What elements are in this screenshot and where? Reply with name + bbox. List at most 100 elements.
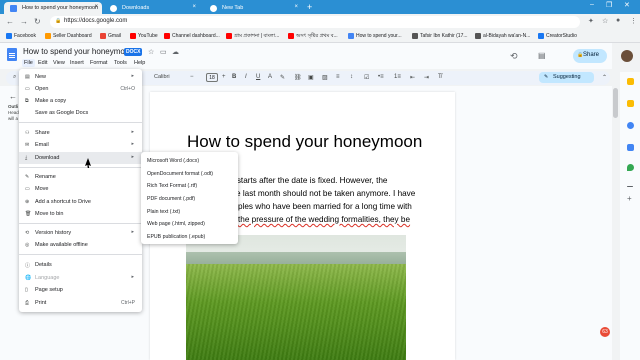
search-menus-icon[interactable]: ⌕ (13, 74, 16, 81)
tab-downloads[interactable]: Downloads × (104, 2, 200, 14)
bookmark-youtube[interactable]: YouTube (130, 33, 158, 39)
bookmark-star-icon[interactable]: ☆ (602, 17, 608, 25)
forward-icon[interactable]: → (20, 17, 28, 26)
close-icon[interactable]: × (94, 4, 98, 10)
menu-tools[interactable]: Tools (112, 59, 129, 67)
font-size-decrease-icon[interactable]: − (190, 74, 194, 80)
indent-increase-icon[interactable]: ⇥ (424, 74, 429, 81)
body-line[interactable]: e last month should not be taken anymore… (236, 189, 415, 198)
body-line[interactable]: the pressure of the wedding formalities,… (238, 215, 410, 224)
menu-item-move[interactable]: ▭ Move (19, 183, 142, 195)
menu-item-offline[interactable]: ◎ Make available offline (19, 239, 142, 251)
indent-decrease-icon[interactable]: ⇤ (410, 74, 415, 81)
menu-item-move-to-bin[interactable]: 🗑 Move to bin (19, 208, 142, 220)
more-menu-icon[interactable]: ⋮ (630, 17, 637, 25)
font-size-increase-icon[interactable]: + (222, 74, 226, 80)
menu-edit[interactable]: Edit (36, 59, 49, 67)
collapse-toolbar-icon[interactable]: ⌃ (602, 74, 607, 81)
share-button[interactable]: 🔒 Share (573, 49, 607, 63)
bullet-list-icon[interactable]: •≡ (378, 74, 384, 80)
line-spacing-icon[interactable]: ↕ (350, 74, 353, 80)
new-tab-button[interactable]: + (307, 2, 312, 12)
menu-item-download[interactable]: ⤓ Download ▸ (19, 152, 142, 164)
menu-item-save-as-google-docs[interactable]: Save as Google Docs (19, 107, 142, 119)
menu-item-page-setup[interactable]: ▯ Page setup (19, 284, 142, 296)
tab-new-tab[interactable]: New Tab × (204, 2, 302, 14)
bookmark-seller-dashboard[interactable]: Seller Dashboard (45, 33, 92, 39)
comment-add-icon[interactable]: ▣ (308, 74, 314, 81)
menu-item-new[interactable]: ▤ New ▸ (19, 71, 142, 83)
menu-item-add-shortcut[interactable]: ⊕ Add a shortcut to Drive (19, 196, 142, 208)
menu-format[interactable]: Format (88, 59, 109, 67)
highlight-icon[interactable]: ✎ (280, 74, 285, 81)
menu-item-share[interactable]: ⚇ Share ▸ (19, 127, 142, 139)
url-input[interactable]: 🔒 https://docs.google.com (50, 16, 580, 28)
download-rtf[interactable]: Rich Text Format (.rtf) (141, 180, 238, 192)
maps-icon[interactable] (627, 164, 634, 171)
move-folder-icon[interactable]: ▭ (160, 48, 167, 56)
menu-item-make-copy[interactable]: ⧉ Make a copy (19, 95, 142, 107)
bookmark-bangla-1[interactable]: গ্রাম প্রকাশনা | বাংলা... (226, 33, 279, 41)
add-addon-icon[interactable]: + (627, 194, 635, 203)
checklist-icon[interactable]: ☑ (364, 74, 369, 81)
star-icon[interactable]: ☆ (148, 48, 154, 56)
italic-icon[interactable]: I (245, 74, 247, 80)
bookmark-docs[interactable]: How to spend your... (348, 33, 402, 39)
download-docx[interactable]: Microsoft Word (.docx) (141, 155, 238, 167)
calendar-icon[interactable] (627, 100, 634, 107)
bookmark-channel-dashboard[interactable]: Channel dashboard... (164, 33, 220, 39)
download-epub[interactable]: EPUB publication (.epub) (141, 231, 238, 243)
menu-insert[interactable]: Insert (68, 59, 86, 67)
suggesting-mode-button[interactable]: ✎ Suggesting (539, 72, 594, 83)
font-size-input[interactable]: 18 (206, 73, 218, 82)
close-icon[interactable]: × (192, 4, 196, 10)
bookmark-creator-studio[interactable]: CreatorStudio (538, 33, 577, 39)
bookmark-gmail[interactable]: Gmail (100, 33, 121, 39)
download-odt[interactable]: OpenDocument format (.odt) (141, 168, 238, 180)
download-txt[interactable]: Plain text (.txt) (141, 206, 238, 218)
cloud-status-icon[interactable]: ☁ (172, 48, 179, 56)
link-icon[interactable]: ⛓ (294, 74, 302, 81)
paddy-field-image[interactable] (186, 235, 406, 360)
version-history-icon[interactable]: ⟲ (510, 51, 518, 62)
numbered-list-icon[interactable]: 1≡ (394, 74, 401, 80)
back-icon[interactable]: ← (6, 17, 14, 26)
outline-back-icon[interactable]: ← (9, 92, 17, 101)
menu-item-version-history[interactable]: ⟲ Version history ▸ (19, 227, 142, 239)
image-icon[interactable]: ▨ (322, 74, 328, 81)
bold-icon[interactable]: B (232, 74, 236, 80)
download-html[interactable]: Web page (.html, zipped) (141, 218, 238, 230)
reload-icon[interactable]: ↻ (34, 17, 41, 26)
extensions-icon[interactable]: ✦ (588, 17, 594, 25)
bookmark-bidayah[interactable]: al-Bidayah wa'an-N... (475, 33, 530, 39)
body-line[interactable]: ples who have been married for a long ti… (238, 202, 412, 211)
minimize-icon[interactable]: – (590, 1, 594, 8)
document-title[interactable]: How to spend your honeymoon (23, 47, 134, 56)
bookmark-bangla-2[interactable]: অসৎ সৃষ্টির প্রথম ব... (288, 33, 338, 41)
google-docs-icon[interactable] (7, 48, 17, 61)
close-icon[interactable]: × (294, 4, 298, 10)
menu-item-open[interactable]: ▭ Open Ctrl+O (19, 83, 142, 95)
contacts-icon[interactable] (627, 144, 634, 151)
tab-docs[interactable]: How to spend your honeymoon × (4, 2, 102, 14)
bookmark-tafsir[interactable]: Tafsir Ibn Kathir (17... (412, 33, 468, 39)
menu-item-rename[interactable]: ✎ Rename (19, 171, 142, 183)
menu-view[interactable]: View (51, 59, 67, 67)
underline-icon[interactable]: U (256, 74, 260, 80)
body-line[interactable]: n starts after the date is fixed. Howeve… (230, 176, 387, 185)
keep-icon[interactable] (627, 78, 634, 85)
scrollbar[interactable] (613, 88, 618, 118)
menu-item-email[interactable]: ✉ Email ▸ (19, 139, 142, 151)
document-heading[interactable]: How to spend your honeymoon (187, 132, 422, 152)
menu-item-print[interactable]: ⎙ Print Ctrl+P (19, 297, 142, 309)
text-color-icon[interactable]: A (268, 74, 272, 80)
tasks-icon[interactable] (627, 122, 634, 129)
comments-icon[interactable]: ▤ (538, 51, 546, 60)
font-select[interactable]: Calibri (154, 74, 170, 80)
profile-icon[interactable]: ● (616, 17, 620, 24)
menu-file[interactable]: File (22, 59, 35, 67)
bookmark-facebook[interactable]: Facebook (6, 33, 36, 39)
maximize-icon[interactable]: ❐ (606, 1, 612, 9)
menu-item-details[interactable]: ⓘ Details (19, 259, 142, 271)
avatar[interactable] (621, 50, 633, 62)
